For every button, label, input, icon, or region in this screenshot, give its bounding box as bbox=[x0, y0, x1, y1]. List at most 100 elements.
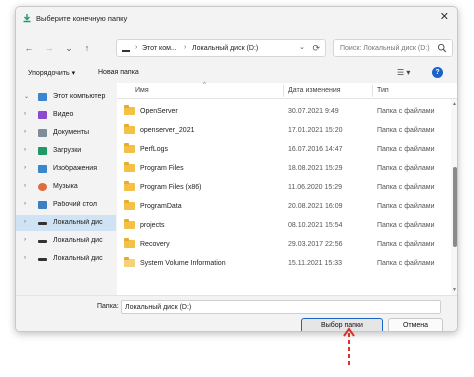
folder-icon bbox=[124, 219, 135, 229]
sidebar-item-this-pc[interactable]: ⌄ Этот компьютер bbox=[16, 89, 116, 105]
sidebar-item-label: Видео bbox=[53, 111, 74, 118]
scroll-down-icon[interactable]: ▼ bbox=[452, 287, 457, 293]
address-bar[interactable]: › Этот ком... › Локальный диск (D:) ⌄ ⟳ bbox=[116, 39, 326, 57]
file-name: Program Files bbox=[140, 165, 184, 172]
folder-icon bbox=[124, 238, 135, 248]
file-date: 08.10.2021 15:54 bbox=[288, 222, 343, 229]
chevron-right-icon[interactable]: › bbox=[24, 201, 26, 207]
file-type: Папка с файлами bbox=[377, 203, 435, 210]
file-row[interactable]: Recovery 29.03.2017 22:56 Папка с файлам… bbox=[117, 235, 447, 254]
search-icon bbox=[437, 43, 447, 53]
up-button[interactable]: ↑ bbox=[80, 41, 94, 55]
sidebar-item-desktop[interactable]: › Рабочий стол bbox=[16, 197, 116, 213]
sidebar-item-music[interactable]: › Музыка bbox=[16, 179, 116, 195]
search-box[interactable]: Поиск: Локальный диск (D:) bbox=[333, 39, 453, 57]
chevron-right-icon[interactable]: › bbox=[24, 219, 26, 225]
file-row[interactable]: openserver_2021 17.01.2021 15:20 Папка с… bbox=[117, 121, 447, 140]
file-name: System Volume Information bbox=[140, 260, 226, 267]
file-type: Папка с файлами bbox=[377, 146, 435, 153]
file-row[interactable]: Program Files 18.08.2021 15:29 Папка с ф… bbox=[117, 159, 447, 178]
organize-button[interactable]: Упорядочить ▾ bbox=[28, 69, 75, 77]
sidebar-item-label: Изображения bbox=[53, 165, 97, 172]
column-header-name[interactable]: Имя bbox=[135, 87, 149, 94]
chevron-right-icon: › bbox=[184, 44, 187, 51]
vertical-scrollbar[interactable]: ▲ ▼ bbox=[451, 99, 457, 295]
computer-icon bbox=[38, 93, 47, 101]
sidebar-item-label: Локальный дис bbox=[53, 237, 103, 244]
file-row[interactable]: Program Files (x86) 11.06.2020 15:29 Пап… bbox=[117, 178, 447, 197]
scrollbar-thumb[interactable] bbox=[453, 167, 457, 247]
chevron-right-icon[interactable]: › bbox=[24, 183, 26, 189]
back-button[interactable]: ← bbox=[22, 41, 36, 55]
sidebar-item-label: Документы bbox=[53, 129, 90, 136]
cancel-button[interactable]: Отмена bbox=[388, 318, 443, 331]
sort-ascending-icon: ^ bbox=[203, 82, 206, 88]
file-date: 15.11.2021 15:33 bbox=[288, 260, 342, 267]
drive-icon bbox=[38, 258, 47, 261]
refresh-icon[interactable]: ⟳ bbox=[312, 43, 320, 54]
scroll-up-icon[interactable]: ▲ bbox=[452, 101, 457, 107]
help-icon[interactable]: ? bbox=[432, 67, 443, 78]
file-row[interactable]: ProgramData 20.08.2021 16:09 Папка с фай… bbox=[117, 197, 447, 216]
breadcrumb-local-disk[interactable]: Локальный диск (D:) bbox=[192, 45, 258, 52]
file-date: 29.03.2017 22:56 bbox=[288, 241, 343, 248]
chevron-down-icon[interactable]: ⌄ bbox=[24, 93, 29, 100]
documents-icon bbox=[38, 129, 47, 137]
chevron-right-icon[interactable]: › bbox=[24, 237, 26, 243]
file-name: projects bbox=[140, 222, 165, 229]
navigation-pane: ⌄ Этот компьютер › Видео › Документы › З… bbox=[16, 87, 116, 295]
column-header-date[interactable]: Дата изменения bbox=[288, 87, 341, 94]
sidebar-item-local-disk[interactable]: › Локальный дис bbox=[16, 251, 116, 267]
desktop-icon bbox=[38, 201, 47, 209]
title-bar: Выберите конечную папку ✕ bbox=[16, 7, 457, 29]
column-divider[interactable] bbox=[283, 85, 284, 97]
chevron-right-icon[interactable]: › bbox=[24, 255, 26, 261]
folder-name-field[interactable]: Локальный диск (D:) bbox=[121, 300, 441, 314]
annotation-arrow-icon bbox=[343, 327, 355, 365]
file-name: ProgramData bbox=[140, 203, 182, 210]
chevron-right-icon[interactable]: › bbox=[24, 129, 26, 135]
file-date: 20.08.2021 16:09 bbox=[288, 203, 343, 210]
search-placeholder: Поиск: Локальный диск (D:) bbox=[340, 45, 430, 52]
close-button[interactable]: ✕ bbox=[440, 11, 449, 23]
recent-locations-dropdown[interactable]: ⌄ bbox=[62, 41, 76, 55]
file-row[interactable]: OpenServer 30.07.2021 9:49 Папка с файла… bbox=[117, 102, 447, 121]
file-name: Recovery bbox=[140, 241, 170, 248]
drive-icon bbox=[38, 240, 47, 243]
file-list: ^ Имя Дата изменения Тип OpenServer 30.0… bbox=[117, 82, 457, 295]
file-type: Папка с файлами bbox=[377, 127, 435, 134]
breadcrumb-this-pc[interactable]: Этот ком... bbox=[142, 45, 177, 52]
folder-icon bbox=[124, 162, 135, 172]
chevron-right-icon[interactable]: › bbox=[24, 165, 26, 171]
file-type: Папка с файлами bbox=[377, 222, 435, 229]
folder-label: Папка: bbox=[97, 303, 119, 310]
sidebar-item-downloads[interactable]: › Загрузки bbox=[16, 143, 116, 159]
computer-icon bbox=[122, 44, 130, 52]
sidebar-item-documents[interactable]: › Документы bbox=[16, 125, 116, 141]
sidebar-item-local-disk[interactable]: › Локальный дис bbox=[16, 233, 116, 249]
folder-icon bbox=[124, 143, 135, 153]
new-folder-button[interactable]: Новая папка bbox=[98, 69, 139, 76]
file-date: 30.07.2021 9:49 bbox=[288, 108, 339, 115]
sidebar-item-local-disk-selected[interactable]: › Локальный дис bbox=[16, 215, 116, 231]
column-divider[interactable] bbox=[372, 85, 373, 97]
folder-icon bbox=[124, 200, 135, 210]
drive-icon bbox=[38, 222, 47, 225]
file-row[interactable]: System Volume Information 15.11.2021 15:… bbox=[117, 254, 447, 273]
downloads-icon bbox=[38, 147, 47, 155]
chevron-right-icon[interactable]: › bbox=[24, 111, 26, 117]
forward-button[interactable]: → bbox=[42, 41, 56, 55]
chevron-down-icon[interactable]: ⌄ bbox=[299, 43, 305, 51]
file-row[interactable]: PerfLogs 16.07.2016 14:47 Папка с файлам… bbox=[117, 140, 447, 159]
sidebar-item-label: Музыка bbox=[53, 183, 78, 190]
chevron-right-icon: › bbox=[135, 44, 138, 51]
navigation-bar: ← → ⌄ ↑ › Этот ком... › Локальный диск (… bbox=[16, 35, 457, 61]
view-options-button[interactable]: ☰ ▾ bbox=[397, 68, 410, 77]
folder-icon bbox=[124, 181, 135, 191]
file-row[interactable]: projects 08.10.2021 15:54 Папка с файлам… bbox=[117, 216, 447, 235]
sidebar-item-pictures[interactable]: › Изображения bbox=[16, 161, 116, 177]
chevron-right-icon[interactable]: › bbox=[24, 147, 26, 153]
sidebar-item-video[interactable]: › Видео bbox=[16, 107, 116, 123]
column-header-type[interactable]: Тип bbox=[377, 87, 389, 94]
file-type: Папка с файлами bbox=[377, 165, 435, 172]
